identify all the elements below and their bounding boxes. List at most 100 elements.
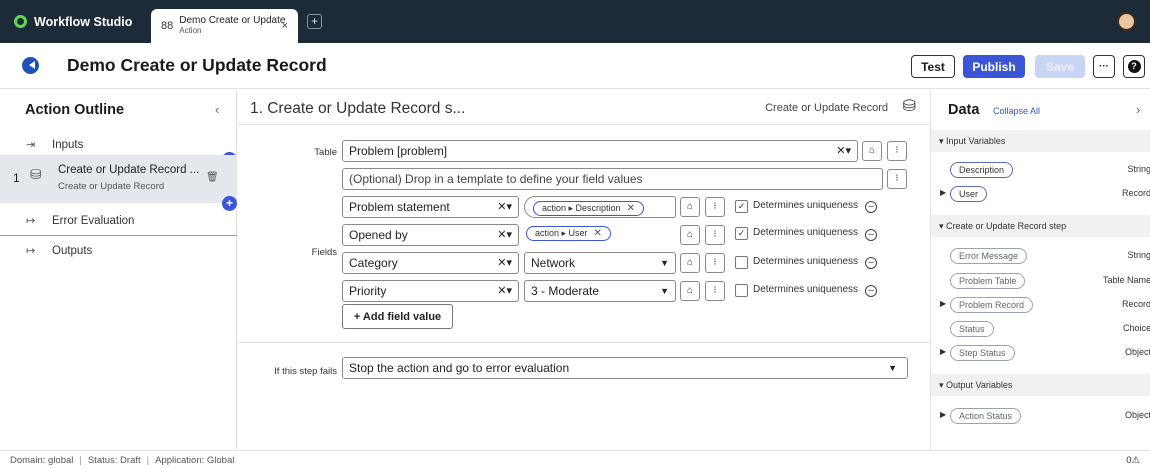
script-icon[interactable]: ⁝ bbox=[705, 225, 725, 245]
field-name-select[interactable]: Opened by ✕▾ bbox=[342, 224, 519, 246]
data-variable[interactable]: Error Message String bbox=[931, 248, 1150, 264]
field-name-select[interactable]: Category ✕▾ bbox=[342, 252, 519, 274]
data-variable[interactable]: Problem Table Table Name bbox=[931, 273, 1150, 289]
save-button[interactable]: Save bbox=[1035, 55, 1085, 78]
section-step-outputs[interactable]: ▾ Create or Update Record step bbox=[931, 215, 1150, 237]
expand-triangle-icon[interactable]: ▶ bbox=[940, 410, 946, 419]
page-title: Demo Create or Update Record bbox=[67, 55, 327, 75]
variable-pill[interactable]: Action Status bbox=[950, 408, 1022, 424]
field-value-input[interactable]: action ▸ User ✕ bbox=[524, 222, 676, 244]
field-value-select[interactable]: 3 - Moderate ▼ bbox=[524, 280, 676, 302]
data-variable[interactable]: ▶ User Record bbox=[931, 186, 1150, 202]
status-footer: Domain: global | Status: Draft | Application… bbox=[0, 450, 1150, 469]
script-icon[interactable]: ⁝ bbox=[705, 281, 725, 301]
data-variable[interactable]: Description String bbox=[931, 162, 1150, 178]
data-pill[interactable]: action ▸ Description ✕ bbox=[533, 201, 644, 216]
variable-pill[interactable]: Description bbox=[950, 162, 1014, 178]
section-input-variables[interactable]: ▾ Input Variables bbox=[931, 130, 1150, 152]
data-pill-picker-icon[interactable]: ⌂ bbox=[862, 141, 882, 161]
brand[interactable]: Workflow Studio bbox=[0, 15, 140, 29]
data-variable[interactable]: Status Choice bbox=[931, 321, 1150, 337]
data-pill-picker-icon[interactable]: ⌂ bbox=[680, 253, 700, 273]
clear-caret-icon[interactable]: ✕▾ bbox=[497, 284, 512, 297]
uniqueness-checkbox[interactable]: ✓ bbox=[735, 227, 748, 240]
data-pill-picker-icon[interactable]: ⌂ bbox=[680, 225, 700, 245]
variable-pill[interactable]: User bbox=[950, 186, 988, 202]
trash-icon[interactable]: 🗑 bbox=[206, 172, 219, 183]
action-outline-panel: Action Outline ‹ ⇥ Inputs + 1 ⛁ Create o… bbox=[0, 90, 237, 450]
data-pill-picker-icon[interactable]: ⌂ bbox=[680, 281, 700, 301]
data-pill[interactable]: action ▸ User ✕ bbox=[526, 226, 611, 241]
variable-pill[interactable]: Step Status bbox=[950, 345, 1015, 361]
outline-item-step-1[interactable]: 1 ⛁ Create or Update Record ... Create o… bbox=[0, 155, 237, 203]
clear-caret-icon[interactable]: ✕▾ bbox=[497, 256, 512, 269]
uniqueness-checkbox[interactable]: ✓ bbox=[735, 200, 748, 213]
collapse-all-link[interactable]: Collapse All bbox=[993, 106, 1040, 116]
field-name: Priority bbox=[349, 284, 387, 298]
variable-pill[interactable]: Status bbox=[950, 321, 994, 337]
publish-button[interactable]: Publish bbox=[963, 55, 1025, 78]
script-icon[interactable]: ⁝ bbox=[705, 253, 725, 273]
script-icon[interactable]: ⁝ bbox=[887, 169, 907, 189]
data-panel-title: Data bbox=[948, 102, 980, 118]
more-options-button[interactable]: ··· bbox=[1093, 55, 1115, 78]
back-arrow-icon[interactable] bbox=[22, 57, 39, 74]
template-drop-field[interactable]: (Optional) Drop in a template to define … bbox=[342, 168, 883, 190]
expand-panel-icon[interactable]: › bbox=[1136, 102, 1140, 117]
page-header: Demo Create or Update Record Test Publis… bbox=[0, 43, 1150, 89]
add-tab-button[interactable]: + bbox=[307, 14, 322, 29]
minus-circle-icon[interactable]: – bbox=[865, 257, 877, 269]
avatar[interactable] bbox=[1117, 12, 1136, 31]
script-icon[interactable]: ⁝ bbox=[705, 197, 725, 217]
close-tab-icon[interactable]: × bbox=[282, 20, 288, 32]
outline-item-inputs[interactable]: ⇥ Inputs bbox=[0, 138, 237, 152]
variable-pill[interactable]: Problem Record bbox=[950, 297, 1034, 313]
outline-item-label: Outputs bbox=[52, 244, 93, 257]
minus-circle-icon[interactable]: – bbox=[865, 229, 877, 241]
outline-item-error-evaluation[interactable]: ↦ Error Evaluation bbox=[0, 214, 237, 228]
divider bbox=[238, 342, 930, 343]
fail-behavior-select[interactable]: Stop the action and go to error evaluati… bbox=[342, 357, 908, 379]
expand-triangle-icon[interactable]: ▶ bbox=[940, 347, 946, 356]
data-pill-picker-icon[interactable]: ⌂ bbox=[680, 197, 700, 217]
section-output-variables[interactable]: ▾ Output Variables bbox=[931, 374, 1150, 396]
tab-subtitle: Action bbox=[179, 26, 202, 35]
table-select[interactable]: Problem [problem] ✕▾ bbox=[342, 140, 858, 162]
add-field-value-button[interactable]: + Add field value bbox=[342, 304, 453, 329]
expand-triangle-icon[interactable]: ▶ bbox=[940, 299, 946, 308]
action-tab-icon: 88 bbox=[161, 20, 174, 32]
minus-circle-icon[interactable]: – bbox=[865, 285, 877, 297]
clear-caret-icon[interactable]: ✕▾ bbox=[836, 144, 851, 157]
remove-pill-icon[interactable]: ✕ bbox=[627, 203, 635, 214]
uniqueness-checkbox[interactable] bbox=[735, 256, 748, 269]
uniqueness-label: Determines uniqueness bbox=[753, 284, 859, 295]
variable-type: String bbox=[1127, 250, 1150, 260]
data-variable[interactable]: ▶ Action Status Object bbox=[931, 408, 1150, 424]
remove-pill-icon[interactable]: ✕ bbox=[594, 228, 602, 239]
expand-triangle-icon[interactable]: ▶ bbox=[940, 188, 946, 197]
field-value-input[interactable]: action ▸ Description ✕ bbox=[524, 196, 676, 218]
add-step-button-bottom[interactable]: + bbox=[222, 196, 237, 211]
variable-pill[interactable]: Problem Table bbox=[950, 273, 1026, 289]
clear-caret-icon[interactable]: ✕▾ bbox=[497, 200, 512, 213]
test-button[interactable]: Test bbox=[911, 55, 955, 78]
clear-caret-icon[interactable]: ✕▾ bbox=[497, 228, 512, 241]
tab-demo-create-or-update[interactable]: 88 Demo Create or Update Action × bbox=[151, 9, 298, 43]
script-icon[interactable]: ⁝ bbox=[887, 141, 907, 161]
field-name-select[interactable]: Problem statement ✕▾ bbox=[342, 196, 519, 218]
outline-item-label: Error Evaluation bbox=[52, 214, 135, 227]
fields-label: Fields bbox=[311, 247, 337, 258]
help-button[interactable]: ? bbox=[1123, 55, 1145, 78]
variable-type: Object bbox=[1124, 347, 1150, 357]
uniqueness-checkbox[interactable] bbox=[735, 284, 748, 297]
variable-type: Record bbox=[1121, 299, 1150, 309]
collapse-outline-icon[interactable]: ‹ bbox=[215, 102, 219, 117]
warnings-indicator[interactable]: 0⚠ bbox=[1126, 451, 1140, 469]
field-value-select[interactable]: Network ▼ bbox=[524, 252, 676, 274]
minus-circle-icon[interactable]: – bbox=[865, 201, 877, 213]
field-name-select[interactable]: Priority ✕▾ bbox=[342, 280, 519, 302]
data-variable[interactable]: ▶ Problem Record Record bbox=[931, 297, 1150, 313]
outline-item-outputs[interactable]: ↦ Outputs bbox=[0, 244, 237, 258]
data-variable[interactable]: ▶ Step Status Object bbox=[931, 345, 1150, 361]
variable-pill[interactable]: Error Message bbox=[950, 248, 1028, 264]
